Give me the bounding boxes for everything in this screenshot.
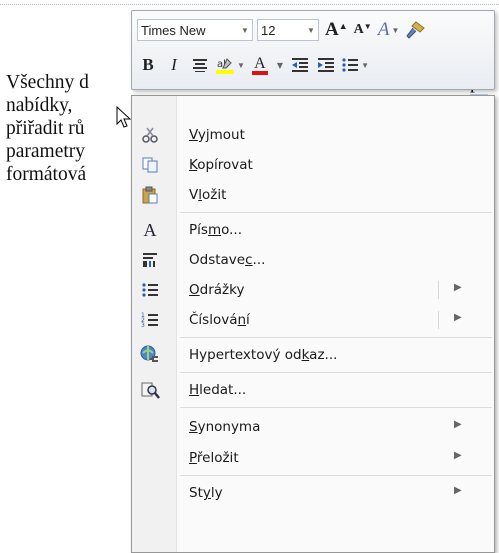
highlight-button[interactable]: ab ▼	[215, 53, 245, 77]
menu-item-hyperlink[interactable]: Hypertextový odkaz...	[132, 340, 494, 370]
paste-icon	[140, 186, 160, 204]
menu-item-label: Odrážky	[189, 282, 245, 298]
submenu-arrow-icon[interactable]: ▶	[454, 282, 462, 293]
menu-item-font[interactable]: A Písmo...	[132, 215, 494, 245]
svg-text:3: 3	[141, 322, 145, 329]
font-color-icon: A	[254, 54, 266, 72]
menu-item-styles[interactable]: Styly ▶	[132, 478, 494, 508]
align-center-button[interactable]	[189, 53, 211, 77]
highlighter-icon: ab	[216, 58, 234, 74]
menu-item-numbering[interactable]: 123 Číslování ▶	[132, 305, 494, 335]
bullets-icon	[140, 281, 160, 299]
mini-toolbar-row-2: B I ab ▼ A ▼ ▼	[137, 52, 373, 78]
menu-item-translate[interactable]: Přeložit ▶	[132, 443, 494, 473]
decrease-indent-icon	[292, 58, 309, 72]
menu-item-label: Odstavec...	[189, 252, 266, 268]
search-icon	[140, 381, 160, 399]
font-name-combo[interactable]: Times New ▼	[137, 19, 253, 41]
text-effects-icon: A	[377, 19, 390, 40]
menu-item-label: Synonyma	[189, 419, 261, 435]
chevron-down-icon[interactable]: ▼	[303, 25, 318, 35]
align-center-icon	[193, 59, 207, 72]
menu-item-label: Kopírovat	[189, 157, 253, 173]
grow-font-button[interactable]: A ▲	[325, 18, 348, 42]
menu-item-cut[interactable]: Vyjmout	[132, 120, 494, 150]
menu-item-paragraph[interactable]: Odstavec...	[132, 245, 494, 275]
decrease-indent-button[interactable]	[289, 53, 311, 77]
menu-item-label: Číslování	[189, 312, 250, 328]
mini-toolbar: Times New ▼ 12 ▼ A ▲ A ▼ A ▼ B I ab ▼ A …	[131, 10, 495, 90]
submenu-arrow-icon[interactable]: ▶	[454, 485, 462, 496]
bold-button[interactable]: B	[137, 53, 159, 77]
menu-separator	[180, 407, 492, 408]
menu-separator	[180, 212, 492, 213]
menu-item-bullets[interactable]: Odrážky ▶	[132, 275, 494, 305]
menu-separator	[180, 337, 492, 338]
copy-icon	[140, 156, 160, 174]
menu-item-label: Přeložit	[189, 450, 239, 466]
menu-item-label: Hypertextový odkaz...	[189, 347, 338, 363]
bullets-icon	[342, 58, 359, 72]
menu-item-search[interactable]: Hledat...	[132, 375, 494, 405]
menu-item-copy[interactable]: Kopírovat	[132, 150, 494, 180]
text-effects-button[interactable]: A ▼	[378, 18, 400, 42]
format-painter-icon	[405, 21, 425, 39]
hyperlink-icon	[140, 345, 160, 364]
chevron-down-icon[interactable]: ▼	[277, 61, 283, 70]
chevron-down-icon[interactable]: ▼	[237, 25, 252, 35]
menu-item-label: Vyjmout	[189, 127, 245, 143]
menu-item-label: Hledat...	[189, 382, 247, 398]
font-color-button[interactable]: A	[249, 53, 271, 77]
italic-button[interactable]: I	[163, 53, 185, 77]
document-top-border	[0, 4, 499, 5]
shrink-font-button[interactable]: A ▼	[352, 18, 374, 42]
increase-indent-icon	[318, 58, 335, 72]
menu-item-label: Písmo...	[189, 222, 242, 238]
numbering-icon: 123	[140, 311, 160, 329]
submenu-separator	[438, 281, 439, 299]
submenu-arrow-icon[interactable]: ▶	[454, 419, 462, 430]
submenu-arrow-icon[interactable]: ▶	[454, 450, 462, 461]
format-painter-button[interactable]	[404, 18, 426, 42]
context-menu: Vyjmout Kopírovat Vložit A Písmo... Odst…	[131, 95, 495, 553]
submenu-arrow-icon[interactable]: ▶	[454, 312, 462, 323]
bullets-button[interactable]: ▼	[341, 53, 369, 77]
mini-toolbar-row-1: Times New ▼ 12 ▼ A ▲ A ▼ A ▼	[137, 17, 430, 43]
menu-item-label: Styly	[189, 485, 223, 501]
menu-separator	[180, 372, 492, 373]
submenu-separator	[438, 311, 439, 329]
menu-separator	[180, 475, 492, 476]
menu-item-paste[interactable]: Vložit	[132, 180, 494, 210]
font-size-combo[interactable]: 12 ▼	[257, 19, 319, 41]
menu-item-synonyms[interactable]: Synonyma ▶	[132, 412, 494, 442]
menu-item-label: Vložit	[189, 187, 227, 203]
font-icon: A	[143, 219, 157, 240]
mouse-pointer-icon	[116, 106, 132, 128]
font-size-value: 12	[261, 22, 276, 38]
paragraph-icon	[140, 251, 160, 269]
font-name-value: Times New	[141, 22, 206, 38]
increase-indent-button[interactable]	[315, 53, 337, 77]
scissors-icon	[140, 126, 160, 144]
